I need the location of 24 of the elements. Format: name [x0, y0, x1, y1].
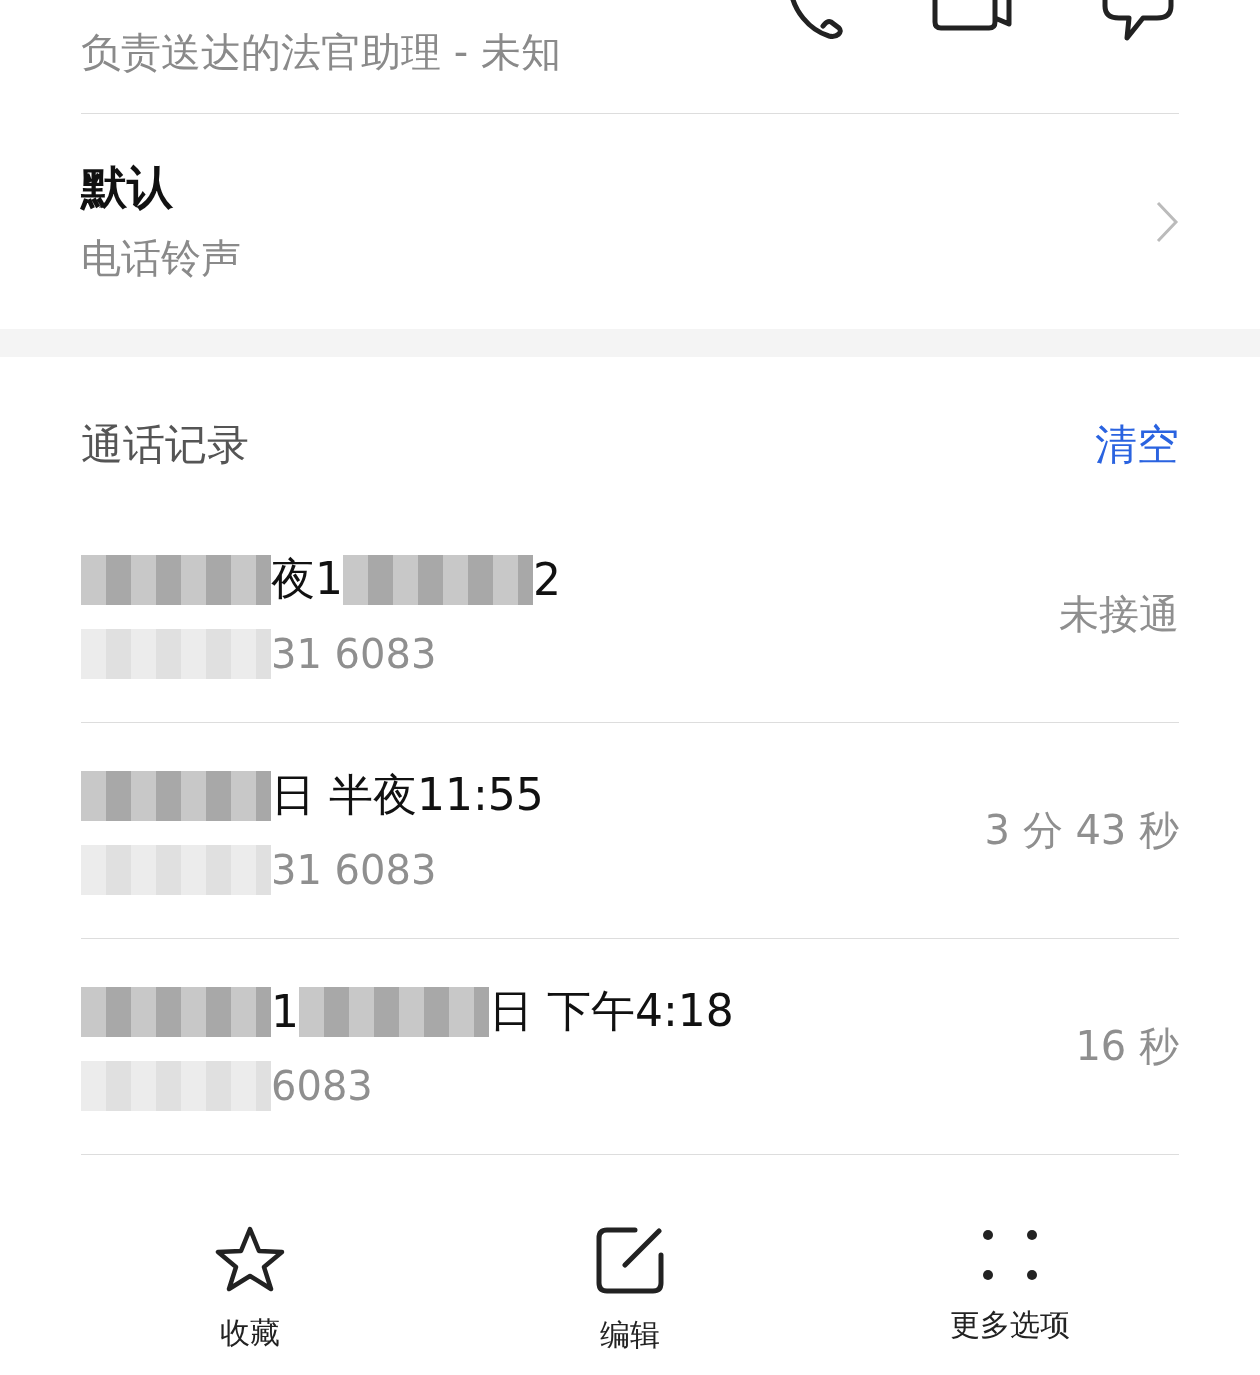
phone-number: 6083 — [271, 1063, 373, 1109]
call-time: 2 — [533, 554, 561, 605]
call-time: 日 下午4:18 — [489, 984, 734, 1038]
chevron-right-icon — [1155, 199, 1179, 244]
ringtone-title: 默认 — [81, 159, 174, 216]
phone-number: 31 6083 — [271, 847, 437, 893]
contact-subtitle: 负责送达的法官助理 - 未知 — [81, 28, 561, 77]
clear-button[interactable]: 清空 — [1095, 416, 1179, 473]
phone-number: 31 6083 — [271, 631, 437, 677]
call-time: 夜1 — [271, 552, 343, 606]
call-status: 未接通 — [1059, 590, 1179, 639]
star-button[interactable]: 收藏 — [130, 1225, 370, 1356]
section-title: 通话记录 — [81, 418, 249, 471]
video-icon[interactable] — [931, 0, 1015, 32]
call-status: 16 秒 — [1075, 1022, 1179, 1071]
edit-icon — [595, 1225, 665, 1295]
ringtone-subtitle: 电话铃声 — [81, 234, 241, 283]
edit-button[interactable]: 编辑 — [510, 1225, 750, 1356]
more-button[interactable]: 更多选项 — [890, 1225, 1130, 1356]
call-time: 日 半夜11:55 — [271, 768, 544, 822]
call-status: 3 分 43 秒 — [984, 806, 1179, 855]
star-icon — [214, 1225, 286, 1293]
ringtone-row[interactable]: 默认 电话铃声 — [81, 114, 1179, 329]
call-time: 1 — [271, 986, 299, 1037]
